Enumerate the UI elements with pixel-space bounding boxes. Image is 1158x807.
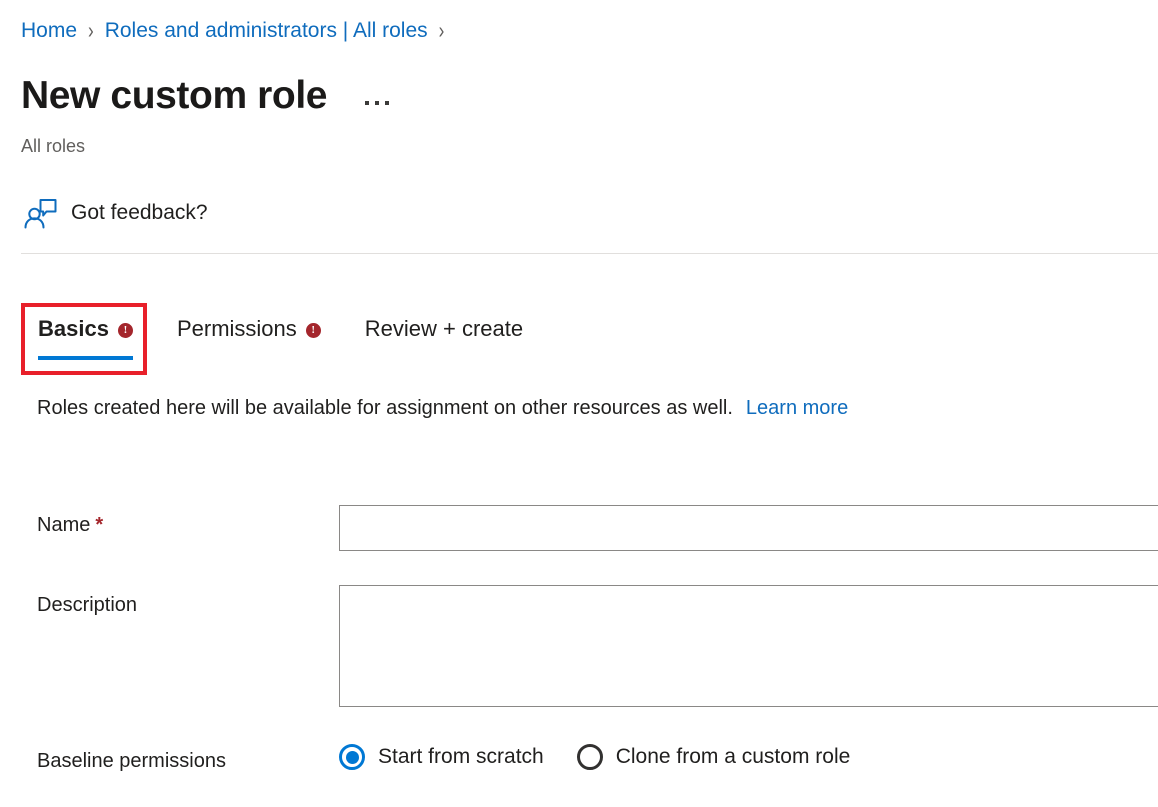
basics-form: Name* Description Baseline permissions S… (37, 505, 1158, 775)
tab-review-create-label: Review + create (365, 314, 523, 344)
ellipsis-dot (385, 101, 389, 105)
tab-permissions-label: Permissions (177, 314, 297, 344)
radio-dot (583, 751, 596, 764)
baseline-permissions-row: Baseline permissions Start from scratch … (37, 741, 1158, 775)
name-label: Name* (37, 505, 339, 539)
got-feedback-button[interactable]: Got feedback? (21, 194, 208, 232)
radio-clone-from-custom-role-label: Clone from a custom role (616, 743, 851, 771)
baseline-permissions-label: Baseline permissions (37, 741, 339, 775)
radio-selected-icon (339, 744, 365, 770)
baseline-permissions-radio-group: Start from scratch Clone from a custom r… (339, 741, 883, 771)
breadcrumb-item-home[interactable]: Home (21, 16, 77, 46)
tab-active-underline (38, 356, 133, 360)
error-badge-icon: ! (118, 323, 133, 338)
radio-clone-from-custom-role[interactable]: Clone from a custom role (577, 743, 851, 771)
page-title-row: New custom role (21, 72, 389, 120)
name-input[interactable] (339, 505, 1158, 551)
error-badge-glyph: ! (124, 325, 128, 336)
ellipsis-dot (365, 101, 369, 105)
tab-permissions[interactable]: Permissions ! (177, 314, 321, 360)
breadcrumb-chevron-icon: › (439, 11, 445, 52)
more-actions-ellipsis-icon[interactable] (365, 101, 389, 105)
tab-basics[interactable]: Basics ! (38, 314, 133, 360)
name-label-text: Name (37, 514, 90, 536)
person-feedback-icon (21, 194, 59, 232)
page-subtitle: All roles (21, 133, 85, 159)
description-label: Description (37, 585, 339, 619)
radio-start-from-scratch[interactable]: Start from scratch (339, 743, 544, 771)
error-badge-glyph: ! (311, 325, 315, 336)
breadcrumb-item-roles-and-administrators[interactable]: Roles and administrators | All roles (105, 16, 428, 46)
required-asterisk: * (95, 514, 103, 536)
learn-more-link[interactable]: Learn more (746, 397, 848, 419)
breadcrumb: Home › Roles and administrators | All ro… (21, 16, 455, 46)
got-feedback-label: Got feedback? (71, 198, 208, 228)
description-input[interactable] (339, 585, 1158, 707)
radio-start-from-scratch-label: Start from scratch (378, 743, 544, 771)
radio-unselected-icon (577, 744, 603, 770)
intro-text: Roles created here will be available for… (37, 397, 733, 419)
wizard-tabs: Basics ! Permissions ! Review + create (38, 314, 567, 360)
ellipsis-dot (375, 101, 379, 105)
page-title: New custom role (21, 72, 327, 120)
command-bar-divider (21, 253, 1158, 254)
radio-dot (346, 751, 359, 764)
description-field-row: Description (37, 585, 1158, 707)
name-field-row: Name* (37, 505, 1158, 551)
tab-review-create[interactable]: Review + create (365, 314, 523, 360)
error-badge-icon: ! (306, 323, 321, 338)
tab-basics-label: Basics (38, 314, 109, 344)
breadcrumb-chevron-icon: › (88, 11, 94, 52)
intro-text-row: Roles created here will be available for… (37, 394, 848, 422)
